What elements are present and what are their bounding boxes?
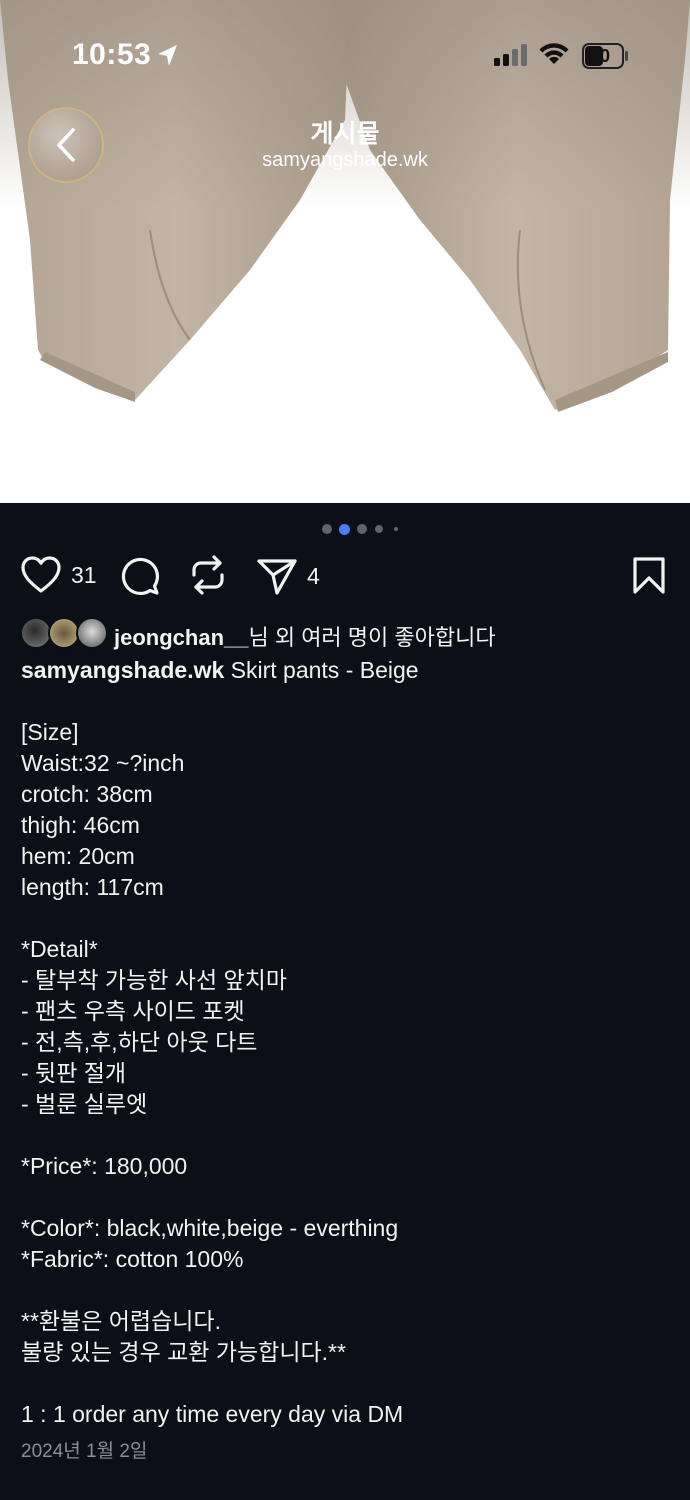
caption-line: 불량 있는 경우 교환 가능합니다.** <box>21 1339 346 1365</box>
caption-line: *Price*: 180,000 <box>21 1153 188 1179</box>
carousel-dot <box>394 527 398 531</box>
caption-line <box>21 903 681 934</box>
caption-line: hem: 20cm <box>21 843 135 869</box>
caption-line: crotch: 38cm <box>21 781 153 807</box>
caption-line: 1 : 1 order any time every day via DM <box>21 1401 404 1427</box>
carousel-indicator <box>0 524 690 535</box>
caption-author[interactable]: samyangshade.wk <box>21 657 224 683</box>
bookmark-icon[interactable] <box>632 557 666 595</box>
comment-icon[interactable] <box>120 556 160 596</box>
status-time: 10:53 <box>72 38 152 71</box>
post-date: 2024년 1월 2일 <box>21 1441 148 1462</box>
caption-line: - 전,측,후,하단 아웃 다트 <box>21 1029 258 1055</box>
caption-line: thigh: 46cm <box>21 812 140 838</box>
like-action[interactable]: 31 <box>21 556 97 594</box>
heart-icon[interactable] <box>21 556 61 594</box>
likes-summary[interactable]: jeongchan__님 외 여러 명이 좋아합니다 <box>114 620 496 652</box>
caption-line <box>21 1275 681 1306</box>
bookmark-action[interactable] <box>632 557 666 595</box>
caption-line <box>21 1120 681 1151</box>
caption-line: **환불은 어렵습니다. <box>21 1308 221 1334</box>
caption-title: Skirt pants - Beige <box>224 657 419 683</box>
caption-line: - 벌룬 실루엣 <box>21 1091 148 1117</box>
like-count: 31 <box>71 561 97 588</box>
caption-line: *Detail* <box>21 936 98 962</box>
liker-avatars[interactable] <box>20 617 110 651</box>
post-image[interactable] <box>0 0 690 503</box>
caption-line: [Size] <box>21 719 79 745</box>
share-action[interactable]: 4 <box>257 556 320 596</box>
caption-line: length: 117cm <box>21 874 164 900</box>
comment-action[interactable] <box>120 556 160 596</box>
share-count: 4 <box>307 562 320 589</box>
page-subtitle-username[interactable]: samyangshade.wk <box>0 149 690 172</box>
battery-level: 50 <box>589 46 611 66</box>
cellular-signal-icon <box>494 44 527 66</box>
carousel-dot <box>322 524 332 534</box>
top-fade <box>0 0 690 210</box>
caption-line: *Color*: black,white,beige - everthing <box>21 1215 399 1241</box>
carousel-dot <box>375 525 383 533</box>
caption-line: - 팬츠 우측 사이드 포켓 <box>21 998 245 1024</box>
wifi-icon <box>539 43 569 64</box>
location-arrow-icon <box>158 45 177 66</box>
caption-line <box>21 1182 681 1213</box>
send-icon[interactable] <box>257 556 297 596</box>
repost-icon[interactable] <box>189 554 227 596</box>
page-title: 게시물 <box>310 120 380 148</box>
caption-title-line: samyangshade.wk Skirt pants - Beige <box>21 655 681 686</box>
repost-action[interactable] <box>189 554 227 596</box>
avatar <box>76 617 108 649</box>
caption-line: - 탈부착 가능한 사선 앞치마 <box>21 967 287 993</box>
caption-body: [Size] Waist:32 ~?inch crotch: 38cm thigh: … <box>21 686 681 1430</box>
caption-line <box>21 1368 681 1399</box>
liker-username[interactable]: jeongchan__ <box>114 625 248 650</box>
carousel-dot <box>357 524 367 534</box>
caption-line: *Fabric*: cotton 100% <box>21 1246 244 1272</box>
caption-line: - 뒷판 절개 <box>21 1060 127 1086</box>
post-caption: samyangshade.wk Skirt pants - Beige [Siz… <box>21 655 681 1430</box>
carousel-dot-active <box>339 524 350 535</box>
likes-suffix: 님 외 여러 명이 좋아합니다 <box>248 625 496 650</box>
caption-line: Waist:32 ~?inch <box>21 750 185 776</box>
caption-line <box>21 686 681 717</box>
